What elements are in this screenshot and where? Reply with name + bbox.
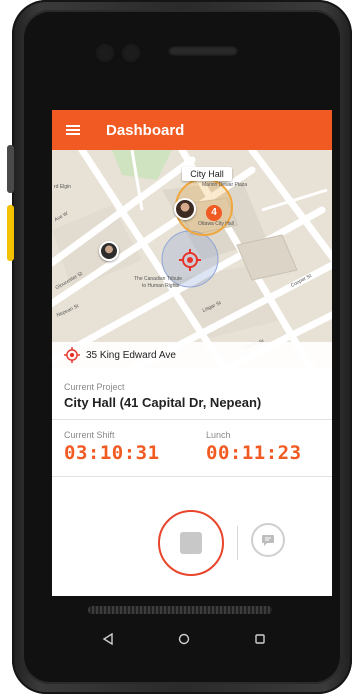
lunch: Lunch 00:11:23 — [206, 430, 302, 464]
message-button[interactable] — [251, 523, 285, 557]
sensor — [120, 42, 142, 64]
recents-key[interactable] — [222, 620, 298, 658]
address-bar[interactable]: 35 King Edward Ave — [52, 342, 332, 368]
back-icon — [102, 633, 113, 645]
user-avatar-marker[interactable] — [174, 198, 196, 220]
message-icon — [262, 535, 274, 546]
stop-button[interactable] — [158, 510, 224, 576]
map-view[interactable]: City Hall Marion Dewar Plaza rd Elgin Av… — [52, 150, 332, 368]
front-camera — [94, 42, 116, 64]
android-nav-bar — [70, 620, 298, 658]
recents-icon — [255, 634, 265, 644]
home-icon — [178, 633, 190, 645]
divider — [52, 476, 332, 477]
earpiece-speaker — [168, 46, 238, 56]
lunch-timer: 00:11:23 — [206, 442, 302, 464]
volume-button — [7, 145, 14, 193]
app-screen: Dashboard City Hall Marion Dewar Plaza r… — [52, 110, 332, 596]
shift-timer: 03:10:31 — [64, 442, 160, 464]
map-label: Ottawa City Hall — [198, 221, 234, 227]
map-popup-label: City Hall — [182, 167, 232, 181]
target-location-icon[interactable] — [179, 249, 201, 276]
programmable-yellow-button — [7, 205, 14, 261]
shift-label: Current Shift — [64, 430, 115, 440]
stop-icon — [180, 532, 202, 554]
current-address: 35 King Edward Ave — [86, 349, 176, 361]
target-location-icon — [64, 347, 80, 363]
cluster-count-badge[interactable]: 4 — [206, 205, 222, 221]
user-avatar-marker[interactable] — [99, 241, 119, 261]
menu-icon[interactable] — [66, 125, 80, 135]
map-label: Marion Dewar Plaza — [202, 182, 248, 188]
page-title: Dashboard — [106, 121, 185, 139]
home-key[interactable] — [146, 620, 222, 658]
lunch-label: Lunch — [206, 430, 231, 440]
speaker-grille — [88, 606, 272, 614]
map-label: The Canadian Tribute — [134, 276, 183, 282]
project-name: City Hall (41 Capital Dr, Nepean) — [64, 395, 262, 410]
button-separator — [237, 526, 238, 560]
map-label: rd Elgin — [54, 184, 71, 190]
app-bar: Dashboard — [52, 110, 332, 150]
map-label: to Human Rights — [142, 283, 180, 289]
back-key[interactable] — [70, 620, 146, 658]
current-project[interactable]: Current Project City Hall (41 Capital Dr… — [64, 382, 261, 410]
current-shift: Current Shift 03:10:31 — [64, 430, 160, 464]
project-label: Current Project — [64, 382, 125, 392]
divider — [52, 419, 332, 420]
